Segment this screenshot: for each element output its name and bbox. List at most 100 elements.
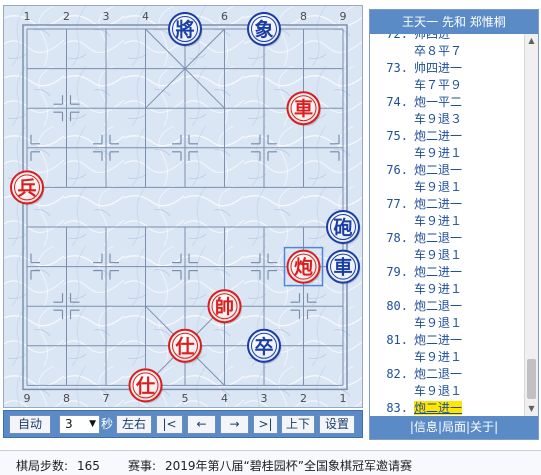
move-text[interactable]: 车９进１ — [414, 282, 462, 296]
position-tab[interactable]: 局面 — [442, 420, 466, 434]
move-row[interactable]: 车９退１ — [370, 247, 524, 264]
move-text[interactable]: 帅四进一 — [414, 61, 462, 75]
move-text[interactable]: 车７平９ — [414, 78, 462, 92]
move-row[interactable]: 车９进１ — [370, 213, 524, 230]
move-row[interactable]: 73. 帅四进一 — [370, 60, 524, 77]
last-move-button[interactable]: >| — [253, 415, 278, 434]
move-number: 73. — [386, 61, 408, 75]
move-list-content: 72. 帅四进一 卒８平７ 73. 帅四进一 车７平９ 74. 炮一平二 车９退３ 75. 炮二进一… — [370, 34, 524, 416]
move-row[interactable]: 车９进１ — [370, 145, 524, 162]
move-row[interactable]: 81. 炮二进一 — [370, 332, 524, 349]
bottom-file-number: 5 — [182, 392, 189, 405]
move-row[interactable]: 74. 炮一平二 — [370, 94, 524, 111]
speed-value: 3 — [65, 417, 73, 431]
piece-red-chariot-upper[interactable]: 車 — [286, 91, 322, 127]
piece-red-advisor-low[interactable]: 仕 — [128, 368, 164, 404]
previous-move-button[interactable]: ← — [187, 415, 216, 434]
move-list-scrollbar[interactable]: ▲ ▼ — [524, 34, 538, 416]
move-number: 72. — [386, 34, 408, 41]
move-row[interactable]: 车９退１ — [370, 315, 524, 332]
move-text[interactable]: 车９进１ — [414, 146, 462, 160]
top-file-number: 9 — [340, 10, 347, 23]
scroll-up-arrow-icon[interactable]: ▲ — [525, 34, 538, 48]
move-row[interactable]: 车９退１ — [370, 383, 524, 400]
speed-unit-label: 秒 — [101, 417, 114, 431]
bottom-file-number: 2 — [300, 392, 307, 405]
piece-character: 砲 — [333, 217, 352, 239]
piece-character: 將 — [175, 18, 194, 41]
move-row[interactable]: 79. 炮二进一 — [370, 264, 524, 281]
move-text[interactable]: 炮二进一 — [414, 401, 463, 415]
move-text[interactable]: 车９进１ — [414, 350, 462, 364]
piece-character: 炮 — [294, 256, 313, 279]
move-text[interactable]: 炮二退一 — [414, 163, 462, 177]
first-move-button[interactable]: |< — [156, 415, 183, 434]
move-row[interactable]: 80. 炮二退一 — [370, 298, 524, 315]
move-text[interactable]: 炮二进一 — [414, 265, 462, 279]
move-number: 76. — [386, 163, 408, 177]
piece-character: 車 — [294, 97, 313, 120]
move-row[interactable]: 卒８平７ — [370, 43, 524, 60]
move-text[interactable]: 炮二退一 — [414, 231, 462, 245]
piece-red-advisor-mid[interactable]: 仕 — [168, 328, 203, 364]
piece-black-general[interactable]: 將 — [168, 12, 203, 47]
scrollbar-thumb[interactable] — [527, 359, 536, 399]
move-text[interactable]: 车９退１ — [414, 384, 462, 398]
move-row[interactable]: 82. 炮二退一 — [370, 366, 524, 383]
about-tab[interactable]: 关于 — [470, 420, 494, 434]
settings-button[interactable]: 设置 — [319, 415, 355, 434]
move-number: 77. — [386, 197, 408, 211]
panel-footer: |信息|局面|关于| — [370, 416, 538, 439]
move-text[interactable]: 炮二进一 — [414, 129, 462, 143]
move-row[interactable]: 车９退３ — [370, 111, 524, 128]
move-number: 75. — [386, 129, 408, 143]
info-tab[interactable]: 信息 — [414, 420, 438, 434]
move-row[interactable]: 车９退１ — [370, 179, 524, 196]
xiangqi-board[interactable]: 123456789987654321 將象車兵砲炮車帥仕卒仕 — [3, 5, 363, 408]
flip-horizontal-button[interactable]: 左右 — [116, 415, 152, 434]
move-row[interactable]: 车９进１ — [370, 281, 524, 298]
move-text[interactable]: 车９退３ — [414, 112, 462, 126]
scroll-down-arrow-icon[interactable]: ▼ — [525, 402, 538, 416]
event-value: 2019年第八届“碧桂园杯”全国象棋冠军邀请赛 — [165, 459, 412, 473]
piece-character: 卒 — [254, 335, 273, 358]
next-move-button[interactable]: → — [220, 415, 249, 434]
move-row[interactable]: 75. 炮二进一 — [370, 128, 524, 145]
move-text[interactable]: 炮二退一 — [414, 299, 462, 313]
auto-play-button[interactable]: 自动 — [9, 415, 51, 434]
move-text[interactable]: 帅四进一 — [414, 34, 462, 41]
move-row[interactable]: 83. 炮二进一 — [370, 400, 524, 416]
move-row[interactable]: 76. 炮二退一 — [370, 162, 524, 179]
move-row[interactable]: 72. 帅四进一 — [370, 34, 524, 43]
move-text[interactable]: 炮一平二 — [414, 95, 462, 109]
move-row[interactable]: 78. 炮二退一 — [370, 230, 524, 247]
move-text[interactable]: 炮二进一 — [414, 333, 462, 347]
move-row[interactable]: 车７平９ — [370, 77, 524, 94]
move-number: 82. — [386, 367, 408, 381]
move-text[interactable]: 车９退１ — [414, 180, 462, 194]
move-text[interactable]: 车９退１ — [414, 316, 462, 330]
piece-black-soldier[interactable]: 卒 — [247, 328, 282, 364]
move-text[interactable]: 炮二进一 — [414, 197, 462, 211]
speed-select[interactable]: 3 ▼ — [59, 415, 100, 434]
move-list[interactable]: 72. 帅四进一 卒８平７ 73. 帅四进一 车７平９ 74. 炮一平二 车９退３ 75. 炮二进一… — [370, 34, 524, 416]
piece-red-soldier[interactable]: 兵 — [10, 170, 45, 206]
move-text[interactable]: 车９退１ — [414, 248, 462, 262]
flip-vertical-button[interactable]: 上下 — [281, 415, 315, 434]
chevron-down-icon: ▼ — [89, 419, 96, 429]
piece-black-elephant[interactable]: 象 — [247, 12, 282, 47]
piece-black-cannon[interactable]: 砲 — [326, 210, 361, 245]
top-file-number: 3 — [103, 10, 110, 23]
move-row[interactable]: 车９进１ — [370, 349, 524, 366]
piece-black-chariot[interactable]: 車 — [326, 249, 361, 285]
move-text[interactable]: 车９进１ — [414, 214, 462, 228]
top-file-number: 8 — [300, 10, 307, 23]
bottom-file-number: 7 — [103, 392, 110, 405]
move-text[interactable]: 炮二退一 — [414, 367, 462, 381]
top-file-number: 6 — [221, 10, 228, 23]
move-row[interactable]: 77. 炮二进一 — [370, 196, 524, 213]
board-canvas[interactable]: 123456789987654321 將象車兵砲炮車帥仕卒仕 — [4, 6, 362, 407]
game-info-bar: 棋局步数: 165 赛事: 2019年第八届“碧桂园杯”全国象棋冠军邀请赛 — [0, 450, 541, 475]
piece-red-king[interactable]: 帥 — [207, 289, 243, 325]
move-text[interactable]: 卒８平７ — [414, 44, 462, 58]
